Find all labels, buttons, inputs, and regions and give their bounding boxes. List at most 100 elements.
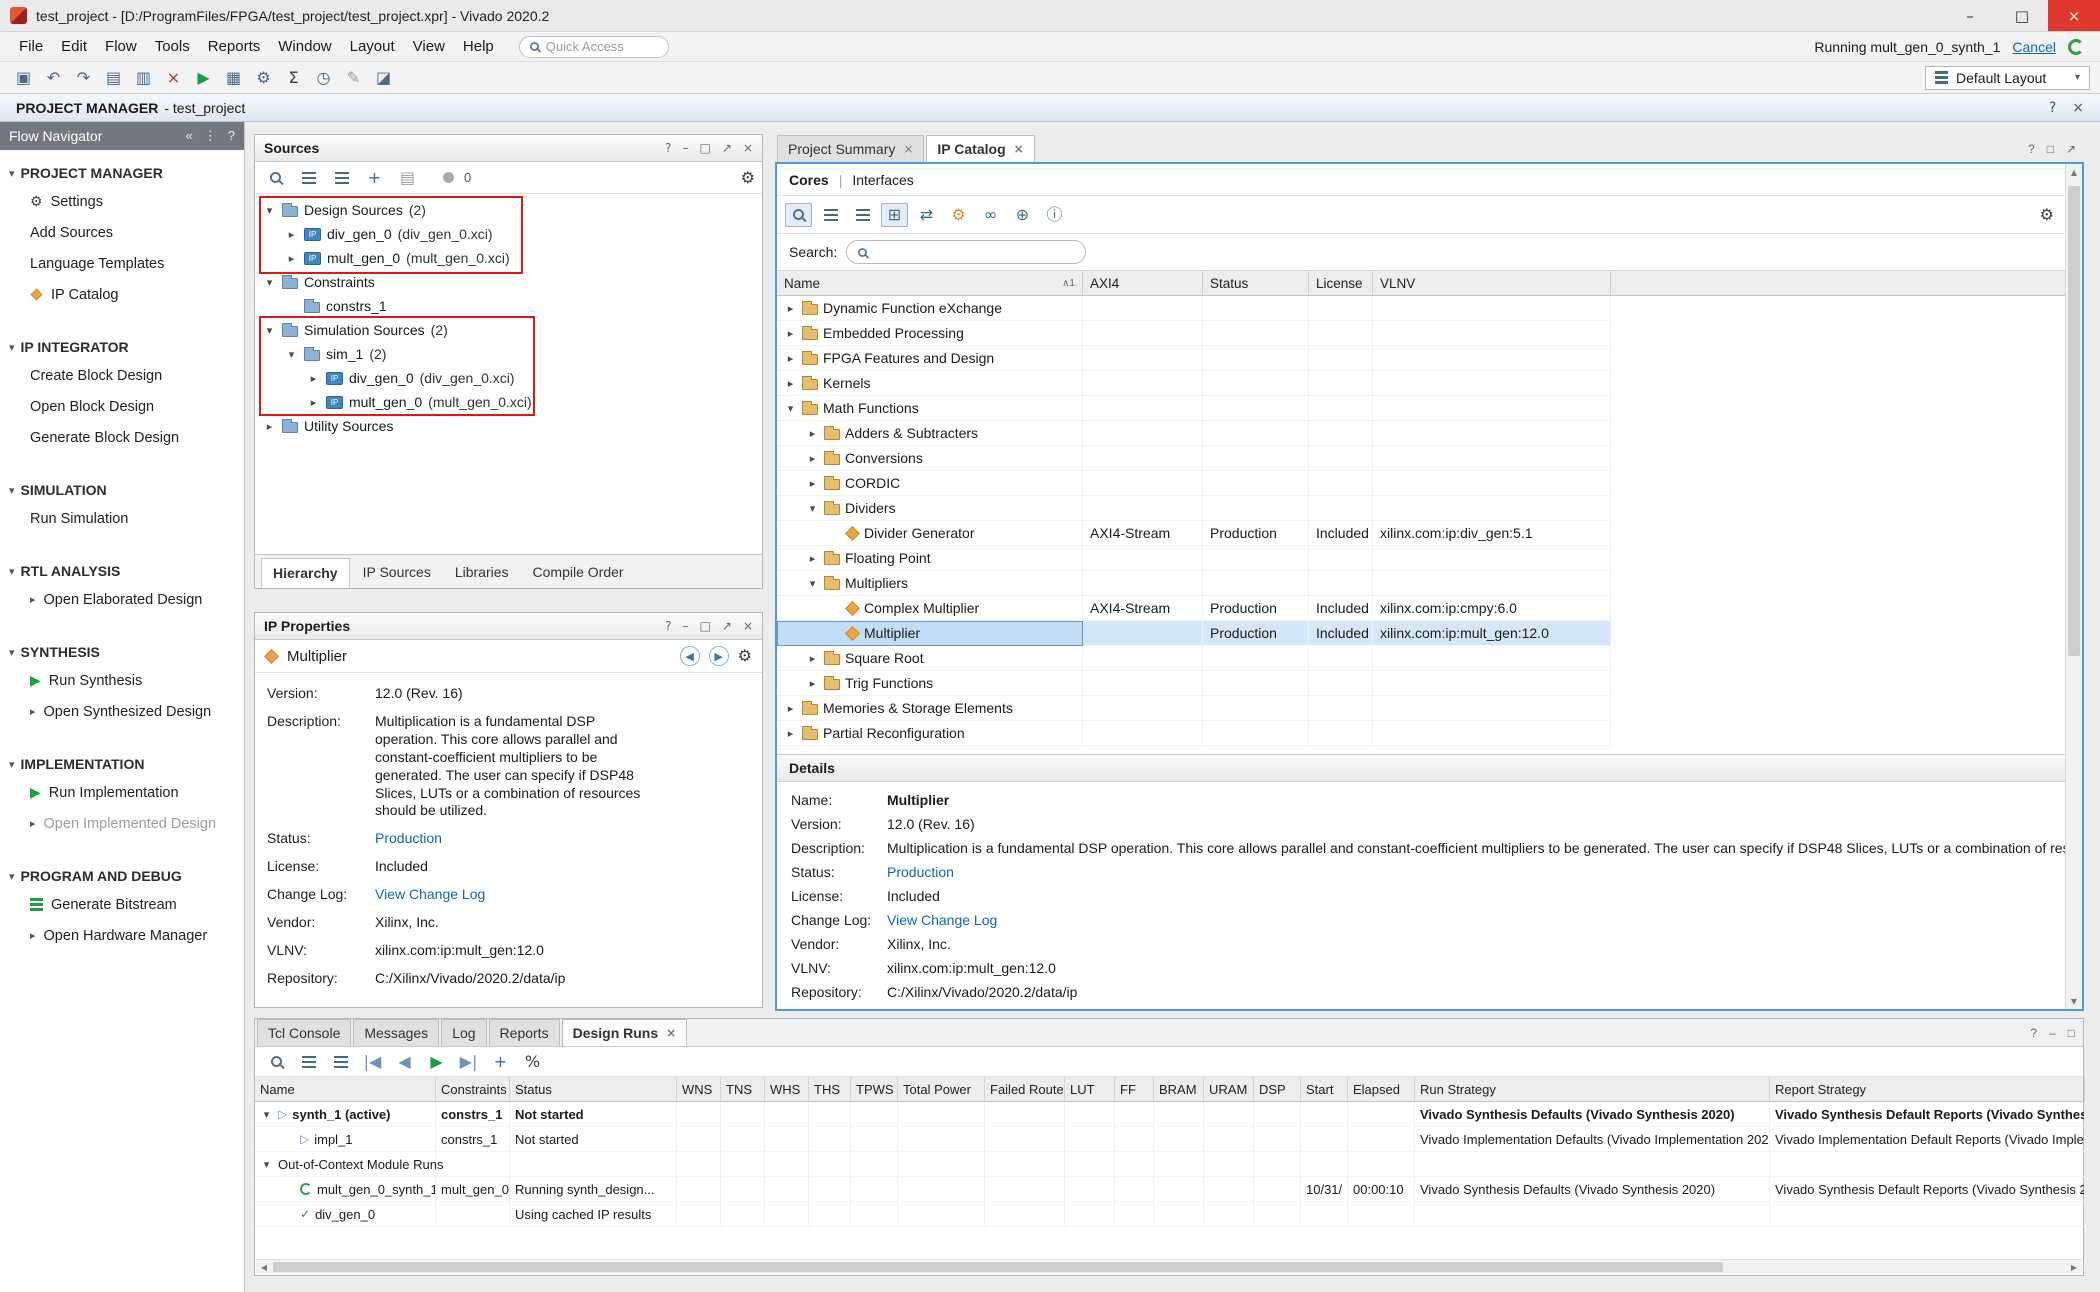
runs-column-failed-routes[interactable]: Failed Routes (985, 1077, 1065, 1101)
runs-column-uram[interactable]: URAM (1204, 1077, 1254, 1101)
delete-icon[interactable]: × (160, 66, 187, 90)
run-row-out-of-context-module-runs[interactable]: ▾Out-of-Context Module Runs (255, 1152, 2083, 1177)
source-item-constraints[interactable]: ▾Constraints (255, 270, 762, 294)
chevron-right-icon[interactable]: ▸ (784, 352, 797, 365)
link-icon[interactable]: ∞ (977, 203, 1004, 227)
flow-item-open-elaborated-design[interactable]: ▸Open Elaborated Design (0, 584, 244, 615)
tab-log[interactable]: Log (441, 1019, 486, 1046)
quick-access-input[interactable]: Quick Access (519, 36, 669, 58)
flow-item-ip-catalog[interactable]: IP Catalog (0, 279, 244, 310)
runs-column-dsp[interactable]: DSP (1254, 1077, 1301, 1101)
step-forward-icon[interactable]: ▶| (455, 1050, 482, 1074)
ip-properties-field-value[interactable]: View Change Log (375, 886, 485, 904)
menu-window[interactable]: Window (269, 34, 340, 59)
run-row-mult-gen-0-synth-1[interactable]: mult_gen_0_synth_1mult_gen_0Running synt… (255, 1177, 2083, 1202)
menu-flow[interactable]: Flow (96, 34, 146, 59)
catalog-row-math-functions[interactable]: ▾Math Functions (777, 396, 2082, 421)
copy-icon[interactable]: ▤ (100, 66, 127, 90)
flow-section-header-project-manager[interactable]: ▾PROJECT MANAGER (0, 160, 244, 186)
chevron-right-icon[interactable]: ▸ (784, 377, 797, 390)
search-icon[interactable] (785, 203, 812, 227)
runs-column-wns[interactable]: WNS (677, 1077, 721, 1101)
chevron-down-icon[interactable]: ▾ (806, 502, 819, 515)
maximize-icon[interactable]: ↗ (2066, 142, 2076, 156)
menu-help[interactable]: Help (454, 34, 503, 59)
source-item-div-gen-0[interactable]: ▸IPdiv_gen_0(div_gen_0.xci) (255, 222, 762, 246)
subtab-interfaces[interactable]: Interfaces (852, 172, 913, 188)
paste-icon[interactable]: ▥ (130, 66, 157, 90)
search-icon[interactable] (262, 166, 289, 190)
flow-item-open-synthesized-design[interactable]: ▸Open Synthesized Design (0, 696, 244, 727)
minimize-icon[interactable]: – (683, 619, 689, 633)
gear-icon[interactable]: ⚙ (741, 170, 755, 186)
runs-column-lut[interactable]: LUT (1065, 1077, 1115, 1101)
ip-properties-field-value[interactable]: Production (375, 830, 442, 848)
flow-item-settings[interactable]: ⚙Settings (0, 186, 244, 217)
edit-icon[interactable]: ✎ (340, 66, 367, 90)
scroll-down-icon[interactable]: ▼ (2066, 993, 2082, 1009)
flow-item-create-block-design[interactable]: Create Block Design (0, 360, 244, 391)
menu-edit[interactable]: Edit (52, 34, 96, 59)
chevron-right-icon[interactable]: ▸ (285, 228, 298, 241)
minimize-icon[interactable]: – (683, 141, 689, 155)
hierarchy-icon[interactable]: ⊞ (881, 203, 908, 227)
sigma-icon[interactable]: Σ (280, 66, 307, 90)
settings-icon[interactable]: ⚙ (250, 66, 277, 90)
runs-column-run-strategy[interactable]: Run Strategy (1415, 1077, 1770, 1101)
chevron-down-icon[interactable]: ▾ (260, 1158, 273, 1171)
chevron-right-icon[interactable]: ▸ (806, 677, 819, 690)
close-icon[interactable]: × (903, 142, 913, 156)
catalog-row-divider-generator[interactable]: Divider GeneratorAXI4-StreamProductionIn… (777, 521, 2082, 546)
timer-icon[interactable]: ◷ (310, 66, 337, 90)
source-item-mult-gen-0[interactable]: ▸IPmult_gen_0(mult_gen_0.xci) (255, 390, 762, 414)
source-item-constrs-1[interactable]: constrs_1 (255, 294, 762, 318)
runs-column-tns[interactable]: TNS (721, 1077, 765, 1101)
chevron-down-icon[interactable]: ▾ (806, 577, 819, 590)
flow-item-open-hardware-manager[interactable]: ▸Open Hardware Manager (0, 920, 244, 951)
help-icon[interactable]: ? (665, 141, 671, 155)
details-field-value[interactable]: Production (887, 864, 954, 880)
maximize-button[interactable]: □ (1996, 0, 2048, 31)
close-icon[interactable]: × (743, 619, 753, 633)
runs-column-report-strategy[interactable]: Report Strategy (1770, 1077, 2085, 1101)
collapse-all-icon[interactable] (817, 203, 844, 227)
flow-section-header-implementation[interactable]: ▾IMPLEMENTATION (0, 751, 244, 777)
skip-to-start-icon[interactable]: |◀ (359, 1050, 386, 1074)
catalog-search-input[interactable] (846, 240, 1086, 264)
tab-reports[interactable]: Reports (489, 1019, 560, 1046)
chevron-right-icon[interactable]: ▸ (806, 552, 819, 565)
chevron-down-icon[interactable]: ▾ (263, 204, 276, 217)
runs-horizontal-scrollbar[interactable]: ◀ ▶ (256, 1259, 2082, 1274)
source-item-sim-1[interactable]: ▾sim_1(2) (255, 342, 762, 366)
flow-item-add-sources[interactable]: Add Sources (0, 217, 244, 248)
chevron-right-icon[interactable]: ▸ (784, 302, 797, 315)
chevron-down-icon[interactable]: ▾ (285, 348, 298, 361)
catalog-row-multiplier[interactable]: MultiplierProductionIncludedxilinx.com:i… (777, 621, 2082, 646)
tab-project-summary[interactable]: Project Summary× (777, 135, 924, 162)
catalog-row-kernels[interactable]: ▸Kernels (777, 371, 2082, 396)
minimize-icon[interactable]: – (2049, 1026, 2056, 1040)
scroll-left-icon[interactable]: ◀ (256, 1260, 272, 1274)
chevron-right-icon[interactable]: ▸ (307, 396, 320, 409)
runs-column-ths[interactable]: THS (809, 1077, 851, 1101)
tab-design-runs[interactable]: Design Runs× (562, 1019, 688, 1046)
undo-icon[interactable]: ↶ (40, 66, 67, 90)
catalog-vertical-scrollbar[interactable]: ▲ ▼ (2065, 164, 2082, 1009)
float-icon[interactable]: □ (2047, 142, 2054, 156)
menu-layout[interactable]: Layout (341, 34, 404, 59)
close-icon[interactable]: × (743, 141, 753, 155)
expand-all-icon[interactable] (328, 166, 355, 190)
chevron-right-icon[interactable]: ▸ (806, 427, 819, 440)
save-icon[interactable]: ▣ (10, 66, 37, 90)
runs-column-elapsed[interactable]: Elapsed (1348, 1077, 1415, 1101)
redo-icon[interactable]: ↷ (70, 66, 97, 90)
column-header-status[interactable]: Status (1203, 271, 1309, 295)
menu-view[interactable]: View (404, 34, 454, 59)
float-icon[interactable]: □ (700, 141, 711, 155)
chevron-right-icon[interactable]: ▸ (806, 477, 819, 490)
add-icon[interactable]: + (361, 166, 388, 190)
column-header-axi4[interactable]: AXI4 (1083, 271, 1203, 295)
run-row-synth-1-active[interactable]: ▾▷synth_1 (active)constrs_1Not startedVi… (255, 1102, 2083, 1127)
run-row-div-gen-0[interactable]: ✓div_gen_0Using cached IP results (255, 1202, 2083, 1227)
layout-selector[interactable]: Default Layout ▾ (1925, 66, 2090, 90)
